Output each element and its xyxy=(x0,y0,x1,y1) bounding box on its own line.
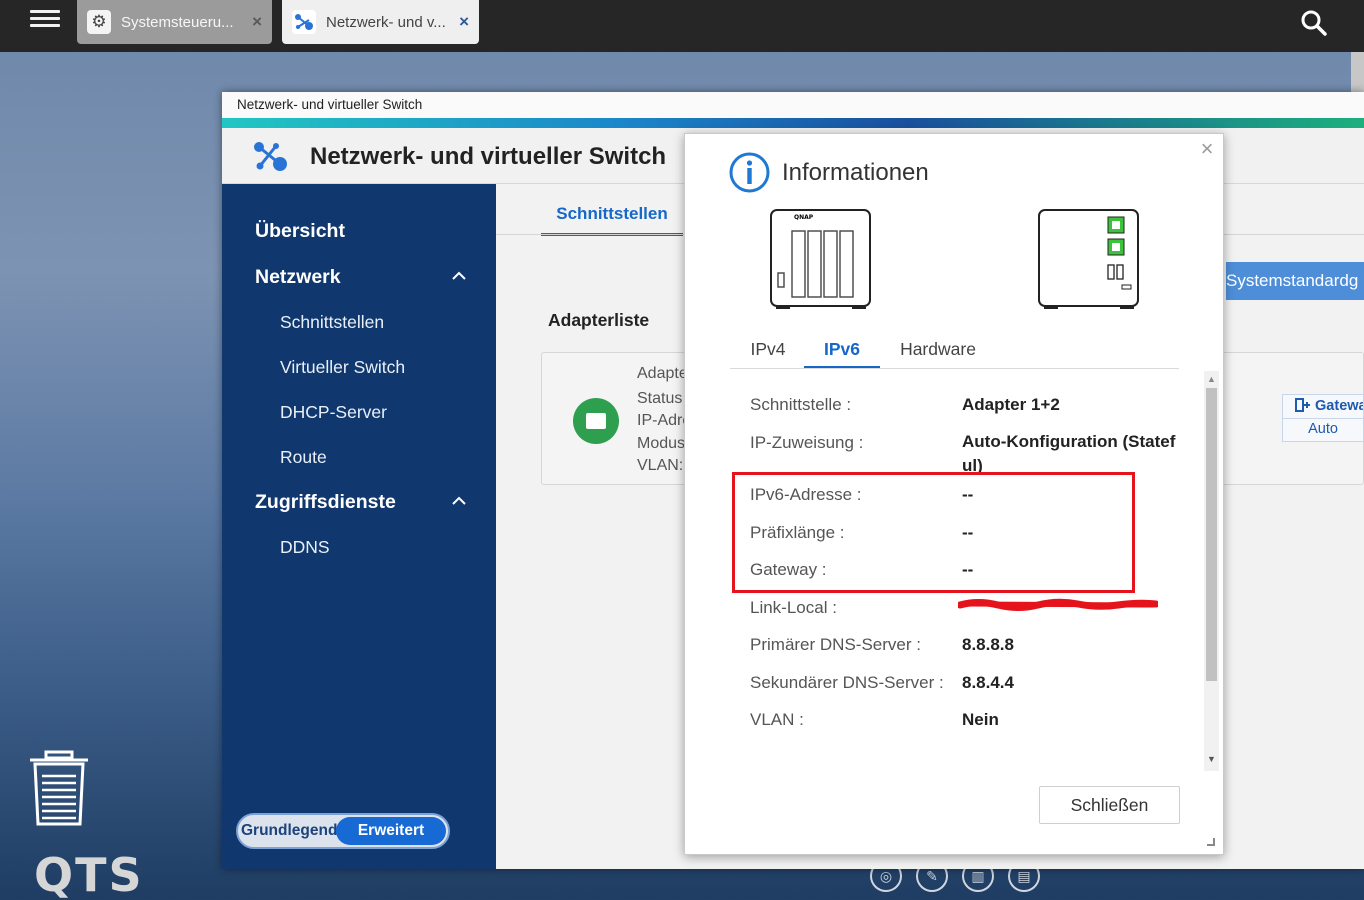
scroll-up-icon[interactable]: ▲ xyxy=(1204,373,1219,385)
sidebar: Übersicht Netzwerk Schnittstellen Virtue… xyxy=(222,184,496,869)
mode-toggle[interactable]: Grundlegend Erweitert xyxy=(236,813,450,849)
system-default-gateway-label: Systemstandardg xyxy=(1226,271,1359,290)
taskbar-tab-control-panel[interactable]: ⚙ Systemsteueru... × xyxy=(77,0,272,44)
app-name: Netzwerk- und virtueller Switch xyxy=(310,143,667,170)
background-window-edge xyxy=(1351,52,1364,92)
mode-basic-option[interactable]: Grundlegend xyxy=(241,822,337,840)
tab-divider xyxy=(730,368,1179,369)
vlan-label: VLAN : xyxy=(750,710,804,729)
close-button[interactable]: Schließen xyxy=(1039,786,1180,824)
nas-back-image xyxy=(1038,209,1140,311)
adapter-list-title: Adapterliste xyxy=(548,310,650,330)
taskbar-tab-network[interactable]: Netzwerk- und v... × xyxy=(282,0,479,44)
chevron-up-icon[interactable] xyxy=(452,269,466,283)
interface-value: Adapter 1+2 xyxy=(962,395,1060,414)
scrollbar-thumb[interactable] xyxy=(1206,388,1217,681)
ethernet-port-icon xyxy=(573,398,619,444)
sidebar-item-virtual-switch[interactable]: Virtueller Switch xyxy=(280,357,405,378)
mode-advanced-option[interactable]: Erweitert xyxy=(336,817,446,845)
menu-icon[interactable] xyxy=(30,6,60,36)
adapter-label: Adapte xyxy=(637,365,688,382)
scroll-down-icon[interactable]: ▼ xyxy=(1204,753,1219,765)
tab-interfaces[interactable]: Schnittstellen xyxy=(541,204,683,236)
highlight-annotation xyxy=(732,472,1135,593)
svg-text:QNAP: QNAP xyxy=(794,214,814,221)
close-icon[interactable]: × xyxy=(459,12,469,32)
network-icon xyxy=(292,10,316,34)
info-dialog: × Informationen QNAP IPv4 IPv6 Hardware … xyxy=(684,133,1224,855)
sidebar-section-network[interactable]: Netzwerk xyxy=(255,266,341,289)
sidebar-item-overview[interactable]: Übersicht xyxy=(255,220,345,243)
resize-grip-icon[interactable] xyxy=(1207,838,1215,846)
close-icon[interactable]: × xyxy=(252,12,262,32)
interface-label: Schnittstelle : xyxy=(750,395,852,414)
vlan-label: VLAN: xyxy=(637,457,684,474)
sidebar-section-access-services[interactable]: Zugriffsdienste xyxy=(255,491,396,514)
link-local-label: Link-Local : xyxy=(750,598,837,617)
secondary-dns-label: Sekundärer DNS-Server : xyxy=(750,673,944,692)
tab-ipv6[interactable]: IPv6 xyxy=(804,339,880,369)
gateway-value: Auto xyxy=(1308,421,1338,437)
sidebar-item-dhcp-server[interactable]: DHCP-Server xyxy=(280,402,387,423)
secondary-dns-value: 8.8.4.4 xyxy=(962,673,1014,692)
primary-dns-value: 8.8.8.8 xyxy=(962,635,1014,654)
taskbar-tab-label: Netzwerk- und v... xyxy=(326,13,446,31)
nas-front-image: QNAP xyxy=(770,209,872,311)
sidebar-item-ddns[interactable]: DDNS xyxy=(280,537,330,558)
qts-logo: QTS xyxy=(34,848,144,900)
title-stripe xyxy=(222,118,1364,128)
info-icon xyxy=(729,152,770,193)
chevron-up-icon[interactable] xyxy=(452,494,466,508)
gear-icon: ⚙ xyxy=(87,10,111,34)
taskbar: ⚙ Systemsteueru... × Netzwerk- und v... … xyxy=(0,0,1364,52)
status-label: Status xyxy=(637,390,683,407)
close-icon[interactable]: × xyxy=(1197,138,1217,162)
gateway-label: Gatewa xyxy=(1315,398,1364,414)
primary-dns-label: Primärer DNS-Server : xyxy=(750,635,921,654)
network-switch-icon xyxy=(252,140,290,174)
taskbar-tab-label: Systemsteueru... xyxy=(121,13,234,31)
system-default-gateway-button[interactable]: Systemstandardg xyxy=(1226,262,1364,300)
gateway-icon xyxy=(1295,398,1310,412)
gateway-badge[interactable]: Gatewa Auto xyxy=(1282,394,1364,442)
sidebar-item-route[interactable]: Route xyxy=(280,447,327,468)
ip-assignment-label: IP-Zuweisung : xyxy=(750,433,864,452)
vlan-value: Nein xyxy=(962,710,999,729)
scrollbar[interactable]: ▲ ▼ xyxy=(1204,371,1219,771)
search-icon[interactable] xyxy=(1300,9,1328,37)
trash-icon[interactable] xyxy=(28,750,90,826)
tab-hardware[interactable]: Hardware xyxy=(900,339,976,360)
gateway-badge-title: Gatewa xyxy=(1283,395,1363,419)
sidebar-item-interfaces[interactable]: Schnittstellen xyxy=(280,312,384,333)
mode-label: Modus xyxy=(637,435,686,452)
redacted-link-local-value xyxy=(956,596,1160,612)
ip-assignment-value: Auto-Konfiguration (Statef ul) xyxy=(962,432,1176,475)
dialog-title: Informationen xyxy=(782,159,929,186)
window-title: Netzwerk- und virtueller Switch xyxy=(222,92,1364,118)
tab-ipv4[interactable]: IPv4 xyxy=(749,339,787,360)
